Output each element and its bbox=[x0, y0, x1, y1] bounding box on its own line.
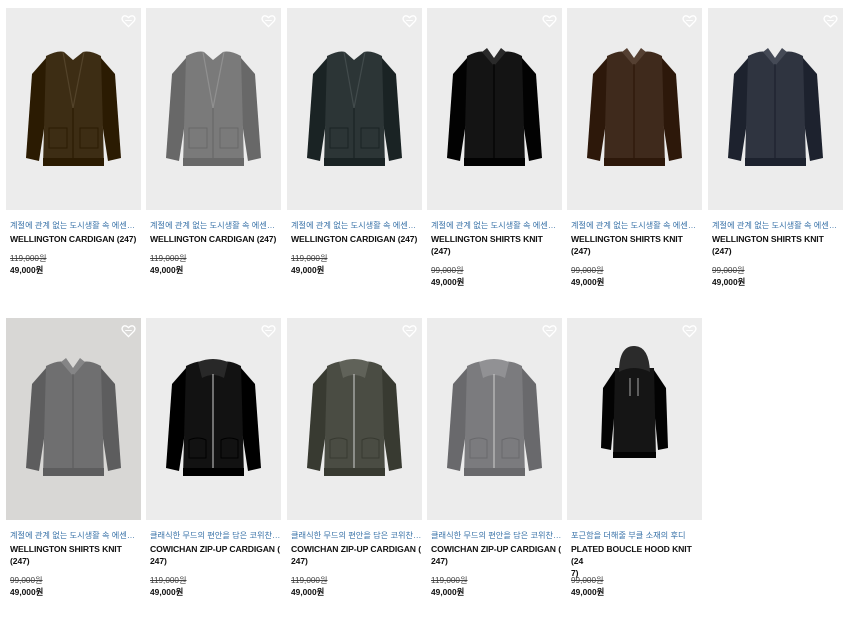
original-price: 119,000원 bbox=[431, 576, 468, 585]
product-description: 클래식한 무드의 편안을 담은 코위찬 가... bbox=[291, 531, 422, 540]
product-description: 계절에 관계 없는 도시생활 속 에센셜 ... bbox=[150, 221, 281, 230]
product-card[interactable]: 포근함을 더해줄 부클 소재의 후디 PLATED BOUCLE HOOD KNI… bbox=[567, 318, 702, 598]
sale-price: 49,000원 bbox=[571, 277, 605, 287]
heart-outline-icon[interactable] bbox=[542, 14, 557, 28]
product-card[interactable]: 계절에 관계 없는 도시생활 속 에센셜 ... WELLINGTON SHIRT… bbox=[567, 8, 702, 288]
product-description: 계절에 관계 없는 도시생활 속 에센셜 ... bbox=[10, 221, 141, 230]
original-price: 99,000원 bbox=[10, 576, 43, 585]
sale-price: 49,000원 bbox=[431, 277, 465, 287]
product-name[interactable]: WELLINGTON CARDIGAN (247) bbox=[287, 233, 422, 245]
heart-outline-icon[interactable] bbox=[682, 324, 697, 338]
product-name[interactable]: WELLINGTON CARDIGAN (247) bbox=[146, 233, 281, 245]
product-card[interactable]: 클래식한 무드의 편안을 담은 코위찬 가... COWICHAN ZIP-UP … bbox=[427, 318, 562, 598]
product-card[interactable]: 계절에 관계 없는 도시생활 속 에센셜 ... WELLINGTON CARDI… bbox=[146, 8, 281, 276]
product-image[interactable] bbox=[427, 318, 562, 520]
original-price: 99,000원 bbox=[712, 266, 745, 275]
sale-price: 49,000원 bbox=[150, 587, 184, 597]
product-photo bbox=[587, 48, 682, 166]
product-image[interactable] bbox=[427, 8, 562, 210]
heart-outline-icon[interactable] bbox=[261, 324, 276, 338]
product-name[interactable]: PLATED BOUCLE HOOD KNIT (24 7) bbox=[567, 543, 702, 578]
heart-outline-icon[interactable] bbox=[121, 14, 136, 28]
product-card[interactable]: 계절에 관계 없는 도시생활 속 에센셜 ... WELLINGTON SHIRT… bbox=[427, 8, 562, 288]
product-photo bbox=[307, 359, 402, 476]
sale-price: 49,000원 bbox=[431, 587, 465, 597]
product-photo bbox=[26, 51, 121, 166]
product-photo bbox=[447, 359, 542, 476]
sale-price: 49,000원 bbox=[291, 265, 325, 275]
product-photo bbox=[601, 346, 668, 458]
sale-price: 49,000원 bbox=[10, 587, 44, 597]
product-description: 계절에 관계 없는 도시생활 속 에센셜 ... bbox=[431, 221, 562, 230]
original-price: 119,000원 bbox=[291, 254, 328, 263]
product-image[interactable] bbox=[6, 318, 141, 520]
product-description: 계절에 관계 없는 도시생활 속 에센셜 ... bbox=[571, 221, 702, 230]
product-description: 포근함을 더해줄 부클 소재의 후디 bbox=[571, 531, 686, 540]
product-card[interactable]: 계절에 관계 없는 도시생활 속 에센셜 ... WELLINGTON SHIRT… bbox=[6, 318, 141, 598]
product-image[interactable] bbox=[287, 318, 422, 520]
product-description: 계절에 관계 없는 도시생활 속 에센셜 ... bbox=[712, 221, 843, 230]
sale-price: 49,000원 bbox=[571, 587, 605, 597]
original-price: 119,000원 bbox=[150, 576, 187, 585]
product-description: 클래식한 무드의 편안을 담은 코위찬 가... bbox=[431, 531, 562, 540]
product-photo bbox=[166, 51, 261, 166]
product-image[interactable] bbox=[287, 8, 422, 210]
product-name[interactable]: WELLINGTON SHIRTS KNIT (247) bbox=[427, 233, 562, 257]
product-description: 클래식한 무드의 편안을 담은 코위찬 가... bbox=[150, 531, 281, 540]
product-card[interactable]: 클래식한 무드의 편안을 담은 코위찬 가... COWICHAN ZIP-UP … bbox=[287, 318, 422, 598]
original-price: 99,000원 bbox=[571, 266, 604, 275]
original-price: 99,000원 bbox=[571, 576, 604, 585]
product-image[interactable] bbox=[567, 8, 702, 210]
product-name[interactable]: WELLINGTON CARDIGAN (247) bbox=[6, 233, 141, 245]
product-name[interactable]: WELLINGTON SHIRTS KNIT (247) bbox=[708, 233, 843, 257]
original-price: 99,000원 bbox=[431, 266, 464, 275]
product-photo bbox=[728, 48, 823, 166]
product-image[interactable] bbox=[567, 318, 702, 520]
sale-price: 49,000원 bbox=[291, 587, 325, 597]
product-description: 계절에 관계 없는 도시생활 속 에센셜 ... bbox=[291, 221, 422, 230]
product-card[interactable]: 계절에 관계 없는 도시생활 속 에센셜 ... WELLINGTON SHIRT… bbox=[708, 8, 843, 288]
product-photo bbox=[447, 48, 542, 166]
original-price: 119,000원 bbox=[150, 254, 187, 263]
heart-outline-icon[interactable] bbox=[682, 14, 697, 28]
sale-price: 49,000원 bbox=[10, 265, 44, 275]
product-card[interactable]: 클래식한 무드의 편안을 담은 코위찬 가... COWICHAN ZIP-UP … bbox=[146, 318, 281, 598]
product-name[interactable]: WELLINGTON SHIRTS KNIT (247) bbox=[6, 543, 141, 567]
product-image[interactable] bbox=[6, 8, 141, 210]
product-image[interactable] bbox=[146, 8, 281, 210]
sale-price: 49,000원 bbox=[150, 265, 184, 275]
heart-outline-icon[interactable] bbox=[823, 14, 838, 28]
sale-price: 49,000원 bbox=[712, 277, 746, 287]
product-name[interactable]: COWICHAN ZIP-UP CARDIGAN ( 247) bbox=[287, 543, 422, 567]
product-card[interactable]: 계절에 관계 없는 도시생활 속 에센셜 ... WELLINGTON CARDI… bbox=[6, 8, 141, 276]
heart-outline-icon[interactable] bbox=[121, 324, 136, 338]
product-name[interactable]: COWICHAN ZIP-UP CARDIGAN ( 247) bbox=[427, 543, 562, 567]
heart-outline-icon[interactable] bbox=[402, 14, 417, 28]
original-price: 119,000원 bbox=[10, 254, 47, 263]
heart-outline-icon[interactable] bbox=[542, 324, 557, 338]
original-price: 119,000원 bbox=[291, 576, 328, 585]
product-name[interactable]: WELLINGTON SHIRTS KNIT (247) bbox=[567, 233, 702, 257]
product-image[interactable] bbox=[708, 8, 843, 210]
product-photo bbox=[26, 358, 121, 476]
heart-outline-icon[interactable] bbox=[261, 14, 276, 28]
product-photo bbox=[307, 51, 402, 166]
product-name[interactable]: COWICHAN ZIP-UP CARDIGAN ( 247) bbox=[146, 543, 281, 567]
product-card[interactable]: 계절에 관계 없는 도시생활 속 에센셜 ... WELLINGTON CARDI… bbox=[287, 8, 422, 276]
product-photo bbox=[166, 359, 261, 476]
heart-outline-icon[interactable] bbox=[402, 324, 417, 338]
product-image[interactable] bbox=[146, 318, 281, 520]
product-description: 계절에 관계 없는 도시생활 속 에센셜 ... bbox=[10, 531, 141, 540]
